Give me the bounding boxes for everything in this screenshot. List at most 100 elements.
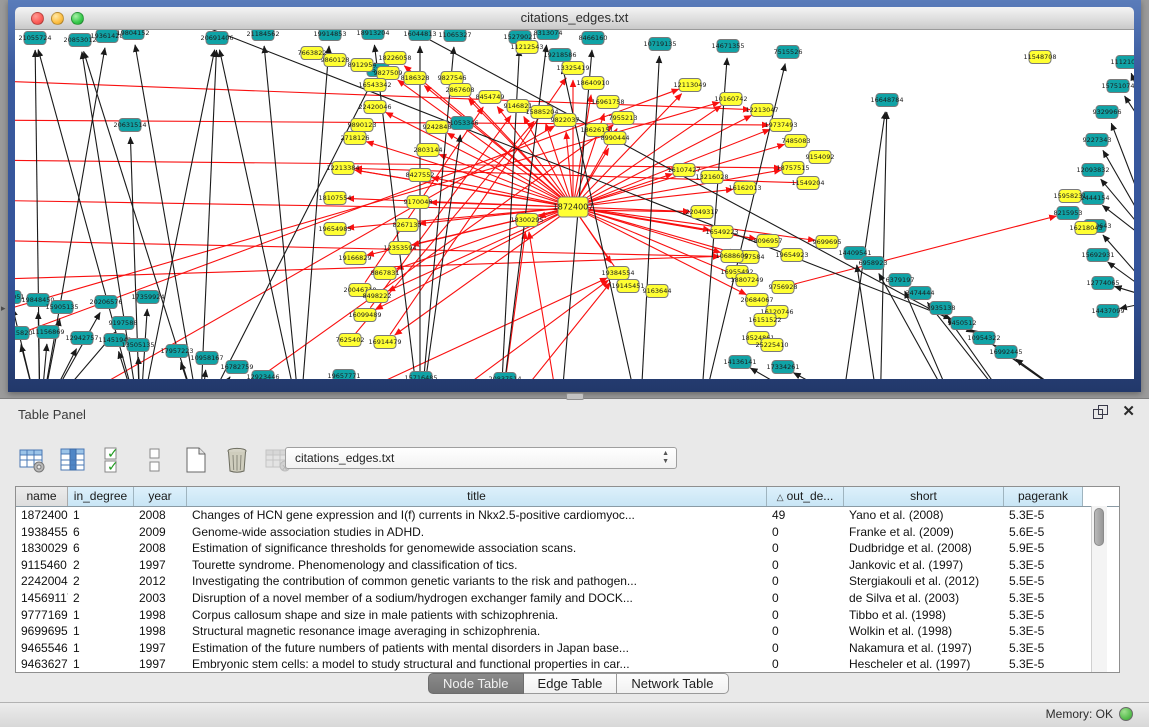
- column-header-pagerank[interactable]: pagerank: [1004, 487, 1083, 506]
- graph-node[interactable]: 21055724: [18, 32, 51, 45]
- table-cell[interactable]: 0: [767, 540, 844, 557]
- graph-node[interactable]: 9242848: [423, 121, 452, 134]
- graph-node[interactable]: 19145451: [611, 280, 644, 293]
- edge[interactable]: [524, 117, 569, 200]
- table-row[interactable]: 1456911722003Disruption of a novel membe…: [16, 590, 1119, 607]
- table-cell[interactable]: 19384554: [16, 524, 68, 541]
- graph-node[interactable]: 9329966: [1093, 106, 1122, 119]
- graph-node[interactable]: 2867608: [446, 84, 475, 97]
- table-row[interactable]: 1872400712008Changes of HCN gene express…: [16, 507, 1119, 524]
- table-cell[interactable]: 5.3E-5: [1004, 557, 1083, 574]
- close-panel-icon[interactable]: ✕: [1122, 404, 1135, 419]
- table-source-dropdown[interactable]: citations_edges.txt ▲▼: [285, 447, 677, 469]
- table-cell[interactable]: 2008: [134, 507, 187, 524]
- graph-node[interactable]: 11121074: [1110, 56, 1134, 69]
- table-cell[interactable]: Changes of HCN gene expression and I(f) …: [187, 507, 767, 524]
- graph-node[interactable]: 18913204: [356, 30, 389, 40]
- table-cell[interactable]: 1998: [134, 623, 187, 640]
- table-cell[interactable]: Stergiakouli et al. (2012): [844, 573, 1004, 590]
- table-cell[interactable]: 5.3E-5: [1004, 507, 1083, 524]
- edge[interactable]: [135, 45, 200, 379]
- graph-node[interactable]: 12093832: [1076, 164, 1109, 177]
- graph-node[interactable]: 17334261: [766, 361, 799, 374]
- graph-node[interactable]: 8215953: [1054, 207, 1083, 220]
- graph-node[interactable]: 10719135: [643, 38, 676, 51]
- column-header-name[interactable]: name: [16, 487, 68, 506]
- graph-node[interactable]: 7625402: [336, 334, 365, 347]
- graph-node[interactable]: 15905135: [45, 301, 78, 314]
- column-header-out_de[interactable]: △out_de...: [767, 487, 844, 506]
- graph-node[interactable]: 11156869: [31, 326, 64, 339]
- graph-node[interactable]: 8267130: [393, 219, 422, 232]
- graph-node[interactable]: 9822037: [551, 114, 580, 127]
- graph-node[interactable]: 12923446: [246, 371, 279, 380]
- graph-node[interactable]: 7955213: [609, 112, 638, 125]
- graph-node[interactable]: 16961758: [591, 96, 624, 109]
- select-all-icon[interactable]: ✓✓: [100, 446, 128, 474]
- edge[interactable]: [1103, 235, 1134, 300]
- table-cell[interactable]: Embryonic stem cells: a model to study s…: [187, 656, 767, 673]
- graph-node[interactable]: 16914479: [368, 336, 401, 349]
- table-cell[interactable]: 0: [767, 590, 844, 607]
- tab-node-table[interactable]: Node Table: [428, 673, 524, 694]
- table-cell[interactable]: 2: [68, 573, 134, 590]
- graph-node[interactable]: 19166829: [338, 252, 371, 265]
- graph-node[interactable]: 20631514: [113, 119, 146, 132]
- table-row[interactable]: 946554611997Estimation of the future num…: [16, 640, 1119, 657]
- edge[interactable]: [200, 370, 206, 379]
- table-cell[interactable]: 1: [68, 640, 134, 657]
- graph-node[interactable]: 11065327: [438, 30, 471, 42]
- graph-node[interactable]: 9699695: [813, 236, 842, 249]
- edge[interactable]: [21, 345, 40, 379]
- edge[interactable]: [794, 373, 880, 379]
- graph-node[interactable]: 12213384: [326, 162, 359, 175]
- table-row[interactable]: 946362711997Embryonic stem cells: a mode…: [16, 656, 1119, 673]
- table-cell[interactable]: 14569117: [16, 590, 68, 607]
- graph-node[interactable]: 13505135: [121, 339, 154, 352]
- table-cell[interactable]: Structural magnetic resonance image aver…: [187, 623, 767, 640]
- edge[interactable]: [15, 240, 736, 257]
- edge[interactable]: [60, 30, 951, 319]
- graph-node[interactable]: 11212543: [510, 41, 543, 54]
- clear-selection-icon[interactable]: [141, 446, 169, 474]
- graph-node[interactable]: 19654923: [775, 249, 808, 262]
- graph-node[interactable]: 8912954: [348, 59, 377, 72]
- graph-node[interactable]: 8454749: [476, 91, 505, 104]
- table-row[interactable]: 2242004622012Investigating the contribut…: [16, 573, 1119, 590]
- edge[interactable]: [1125, 96, 1134, 150]
- graph-node[interactable]: 9170048: [404, 196, 433, 209]
- sidebar-collapse-arrow[interactable]: ▸: [1, 303, 6, 314]
- graph-node[interactable]: 3474444: [906, 287, 935, 300]
- edge[interactable]: [40, 344, 47, 379]
- network-canvas[interactable]: 1872400721055724208530121936142819804152…: [15, 30, 1134, 379]
- graph-node[interactable]: 9163644: [643, 285, 672, 298]
- table-cell[interactable]: 2009: [134, 524, 187, 541]
- graph-node[interactable]: 10160742: [714, 93, 747, 106]
- graph-node[interactable]: 8867831: [371, 267, 400, 280]
- edge[interactable]: [140, 50, 215, 379]
- graph-node[interactable]: 16543342: [358, 79, 391, 92]
- graph-node[interactable]: 11549204: [791, 177, 824, 190]
- table-cell[interactable]: Wolkin et al. (1998): [844, 623, 1004, 640]
- graph-node[interactable]: 13216028: [695, 171, 728, 184]
- edge[interactable]: [420, 280, 608, 379]
- graph-node[interactable]: 2803144: [414, 144, 443, 157]
- graph-node[interactable]: 19657771: [327, 370, 360, 380]
- table-cell[interactable]: de Silva et al. (2003): [844, 590, 1004, 607]
- graph-node[interactable]: 14136141: [723, 356, 756, 369]
- float-panel-icon[interactable]: [1093, 405, 1106, 418]
- table-cell[interactable]: 18724007: [16, 507, 68, 524]
- graph-node[interactable]: 16151522: [748, 314, 781, 327]
- table-body[interactable]: 18724007 1 2008Changes of HCN gene express…: [16, 507, 1119, 673]
- graph-node[interactable]: 7485083: [782, 135, 811, 148]
- table-cell[interactable]: 0: [767, 573, 844, 590]
- graph-node[interactable]: 2718126: [341, 132, 370, 145]
- edge[interactable]: [1101, 179, 1134, 250]
- graph-node[interactable]: 16992445: [989, 346, 1022, 359]
- graph-node[interactable]: 18107554: [318, 192, 351, 205]
- table-cell[interactable]: 1997: [134, 640, 187, 657]
- graph-node[interactable]: 16549223: [705, 226, 738, 239]
- table-cell[interactable]: 5.3E-5: [1004, 656, 1083, 673]
- table-settings-icon[interactable]: [18, 446, 46, 474]
- table-cell[interactable]: 1: [68, 623, 134, 640]
